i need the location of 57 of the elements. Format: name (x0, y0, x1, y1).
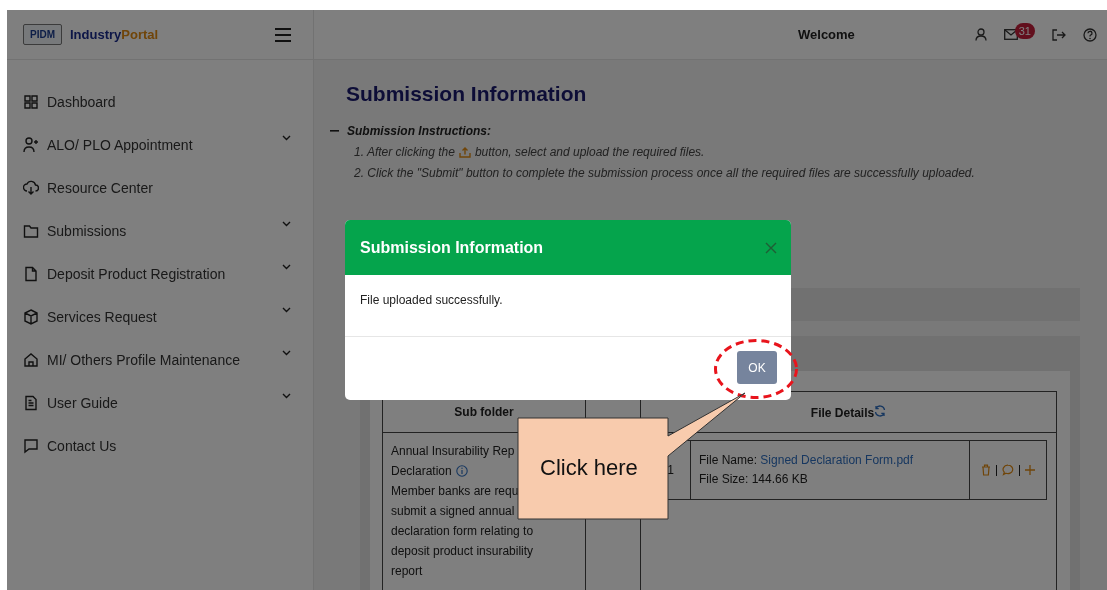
close-icon[interactable] (765, 241, 777, 254)
dialog-message: File uploaded successfully. (360, 293, 503, 307)
user-plus-icon (23, 136, 39, 153)
sidebar-item[interactable]: Resource Center (47, 179, 153, 196)
upload-icon (458, 146, 471, 158)
file-text-icon (23, 394, 39, 411)
user-icon[interactable] (974, 28, 987, 41)
sidebar-item[interactable]: Contact Us (47, 437, 117, 454)
page-title: Submission Information (346, 82, 588, 106)
info-icon[interactable] (455, 465, 468, 477)
document-icon (23, 265, 39, 282)
ok-button[interactable]: OK (737, 351, 777, 384)
app-name: IndustryPortal (70, 27, 159, 42)
subfolder-text: Declaration (391, 463, 452, 480)
file-link[interactable]: Signed Declaration Form.pdf (760, 453, 914, 467)
chevron-down-icon[interactable] (282, 264, 291, 270)
sidebar-item[interactable]: Dashboard (47, 93, 116, 110)
menu-icon[interactable] (275, 27, 291, 42)
logout-icon[interactable] (1052, 28, 1066, 41)
subfolder-text: deposit product insurability (391, 543, 535, 560)
chevron-down-icon[interactable] (282, 135, 291, 141)
file-size: File Size: 144.66 KB (699, 471, 809, 488)
header-title: Welcome (798, 27, 855, 42)
cube-icon (23, 308, 39, 325)
chevron-down-icon[interactable] (282, 350, 291, 356)
instruction-text: 2. Click the "Submit" button to complete the submission process once all the required files are successfully uploaded. (354, 166, 975, 180)
sidebar-item[interactable]: ALO/ PLO Appointment (47, 136, 193, 153)
sidebar-item[interactable]: MI/ Others Profile Maintenance (47, 351, 240, 368)
folder-icon (23, 222, 39, 239)
instruction-text: button, select and upload the required files. (474, 145, 705, 159)
house-icon (23, 351, 39, 368)
chat-icon (23, 437, 39, 454)
mail-icon[interactable] (1003, 29, 1018, 40)
sidebar-item[interactable]: Submissions (47, 222, 127, 239)
column-header: File Details (810, 405, 875, 420)
instruction-text: 1. After clicking the (354, 145, 455, 159)
help-icon[interactable] (1083, 27, 1097, 42)
subfolder-text: submit a signed annual (391, 503, 516, 520)
subfolder-text: Member banks are requ (391, 483, 520, 500)
file-name-label: File Name: (699, 453, 757, 467)
cloud-download-icon (23, 179, 39, 196)
instructions-title: Submission Instructions: (347, 124, 491, 138)
grid-icon (23, 93, 39, 110)
callout-text: Click here (540, 455, 638, 481)
logo-badge: PIDM (23, 24, 62, 45)
refresh-icon[interactable] (874, 404, 887, 417)
notification-badge: 31 (1014, 22, 1035, 39)
sidebar-item[interactable]: Deposit Product Registration (47, 265, 226, 282)
subfolder-text: report (391, 563, 424, 580)
sidebar-item[interactable]: Services Request (47, 308, 157, 325)
chevron-down-icon[interactable] (282, 221, 291, 227)
chevron-down-icon[interactable] (282, 307, 291, 313)
chevron-down-icon[interactable] (282, 393, 291, 399)
subfolder-text: declaration form relating to (391, 523, 535, 540)
dialog-title: Submission Information (360, 238, 544, 257)
subfolder-text: Annual Insurability Rep (391, 443, 516, 460)
sidebar-item[interactable]: User Guide (47, 394, 118, 411)
